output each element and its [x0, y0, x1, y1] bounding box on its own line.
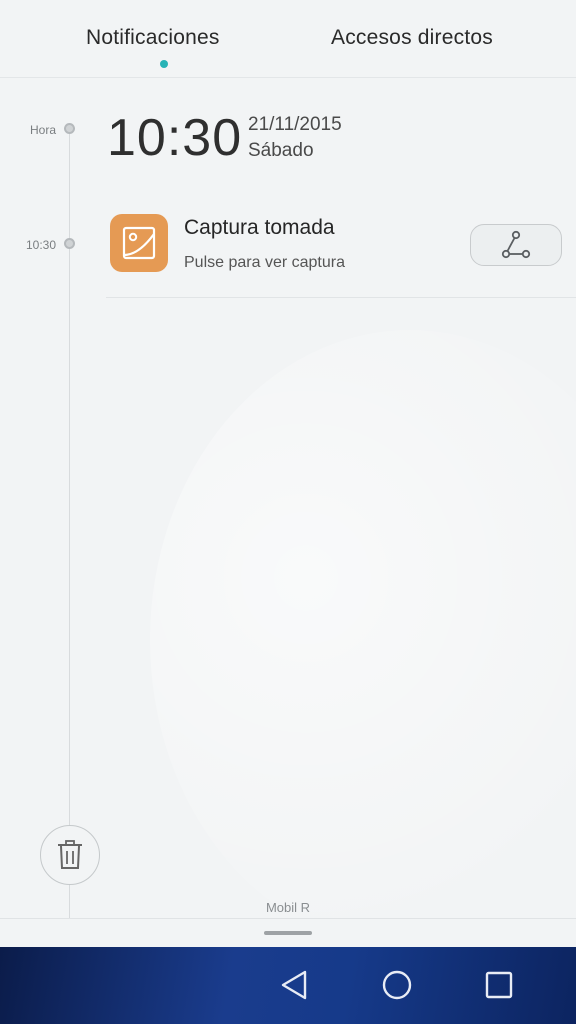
- image-icon: [110, 214, 168, 272]
- timeline-label-now: Hora: [29, 123, 56, 137]
- home-icon: [382, 970, 412, 1000]
- background-decoration: [150, 330, 576, 950]
- tab-shortcuts[interactable]: Accesos directos: [331, 26, 493, 50]
- notification-screenshot[interactable]: Captura tomada Pulse para ver captura: [106, 200, 576, 298]
- bottom-divider: [0, 918, 576, 919]
- clock-time: 10:30: [107, 109, 243, 167]
- share-button[interactable]: [470, 224, 562, 266]
- notification-subtitle: Pulse para ver captura: [184, 254, 345, 271]
- recent-apps-button[interactable]: [481, 967, 517, 1003]
- clear-notifications-button[interactable]: [40, 825, 100, 885]
- tab-bar: Notificaciones Accesos directos: [0, 0, 576, 78]
- trash-icon: [58, 840, 82, 869]
- share-icon: [501, 230, 531, 259]
- active-tab-indicator: [160, 60, 168, 68]
- navigation-bar: [0, 947, 576, 1024]
- back-button[interactable]: [276, 967, 312, 1003]
- clock-day: Sábado: [248, 140, 314, 161]
- notification-title: Captura tomada: [184, 216, 335, 239]
- notification-shade: Notificaciones Accesos directos Hora 10:…: [0, 0, 576, 1024]
- tab-notifications[interactable]: Notificaciones: [86, 26, 220, 50]
- carrier-name: Mobil R: [265, 900, 311, 915]
- drag-handle[interactable]: [264, 931, 312, 935]
- back-icon: [281, 970, 307, 1000]
- clock-date: 21/11/2015: [248, 114, 342, 135]
- timeline-label-event: 10:30: [25, 238, 56, 252]
- timeline-dot-now: [64, 123, 75, 134]
- home-button[interactable]: [379, 967, 415, 1003]
- recent-apps-icon: [485, 971, 513, 999]
- timeline-dot-event: [64, 238, 75, 249]
